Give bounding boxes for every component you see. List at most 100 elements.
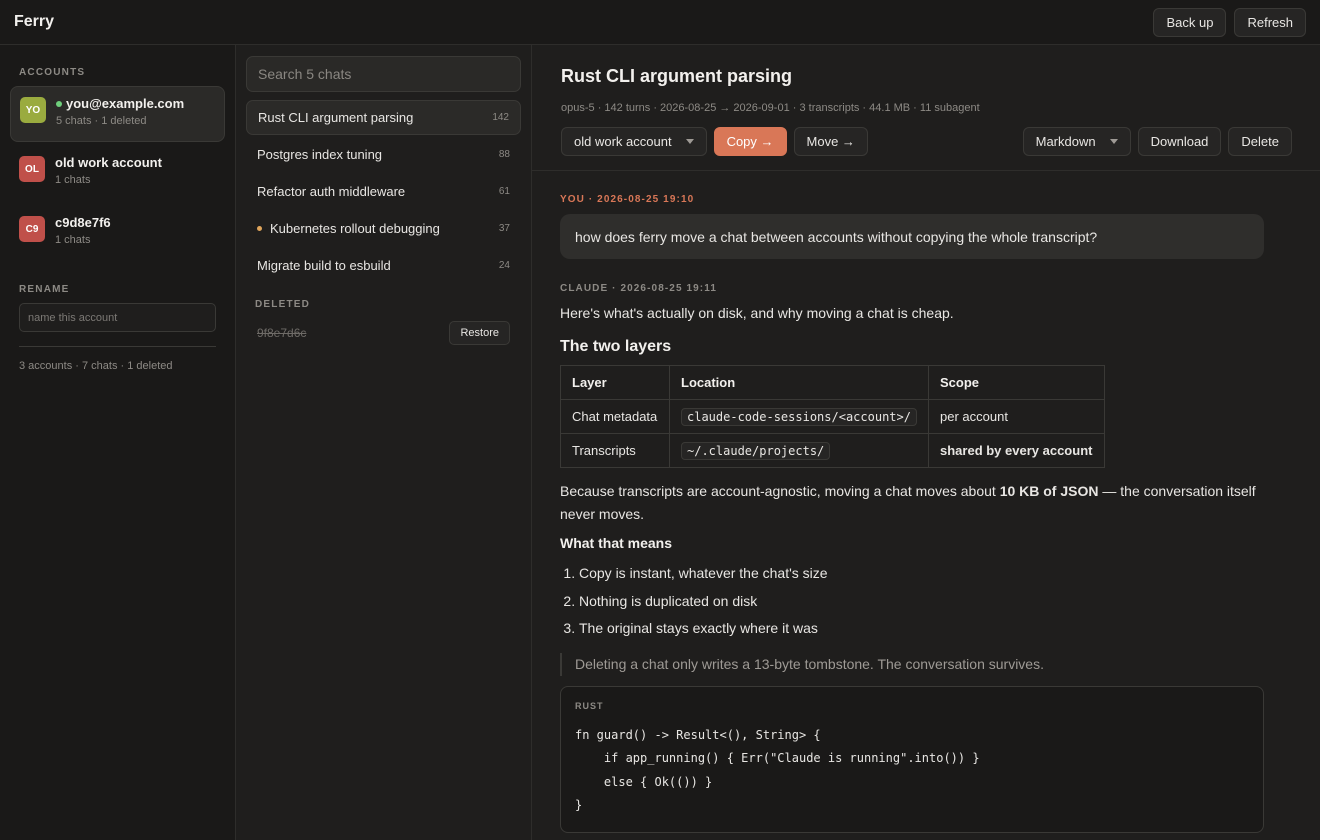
- back-up-button[interactable]: Back up: [1153, 7, 1227, 37]
- rename-account-input[interactable]: [19, 303, 216, 332]
- divider: [19, 346, 216, 347]
- inline-code: ~/.claude/projects/: [681, 442, 831, 460]
- chat-title: Refactor auth middleware: [257, 184, 406, 199]
- top-bar: Ferry Back up Refresh: [0, 0, 1320, 45]
- text: Because transcripts are account-agnostic…: [560, 483, 1000, 499]
- chat-turn-count: 61: [498, 186, 510, 197]
- deleted-chat-id: 9f8e7d6c: [257, 326, 307, 340]
- chat-title: Migrate build to esbuild: [257, 258, 391, 273]
- export-format-value: Markdown: [1035, 134, 1096, 149]
- target-account-select[interactable]: old work account: [561, 127, 707, 156]
- user-message-label: YOU · 2026-08-25 19:10: [560, 194, 695, 205]
- blockquote: Deleting a chat only writes a 13-byte to…: [560, 652, 1264, 676]
- deleted-label: DELETED: [255, 299, 311, 310]
- app-window: Ferry Back up Refresh ACCOUNTS YO you@ex…: [0, 0, 1320, 840]
- chat-detail: Rust CLI argument parsing opus-5 · 142 t…: [532, 45, 1320, 840]
- top-actions: Back up Refresh: [1153, 7, 1306, 37]
- table-cell: claude-code-sessions/<account>/: [669, 399, 929, 434]
- chat-header: Rust CLI argument parsing opus-5 · 142 t…: [532, 45, 1320, 171]
- list-item: Copy is instant, whatever the chat's siz…: [579, 560, 1264, 588]
- table-header-row: Layer Location Scope: [560, 365, 1105, 400]
- chat-meta: opus-5 · 142 turns · 2026-08-25 → 2026-0…: [561, 102, 980, 114]
- numbered-list: Copy is instant, whatever the chat's siz…: [560, 560, 1264, 643]
- chat-item-esbuild[interactable]: Migrate build to esbuild 24: [246, 248, 521, 283]
- toolbar-right: Markdown Download Delete: [1022, 127, 1292, 156]
- code-line: fn guard() -> Result<(), String> {: [575, 727, 821, 742]
- explanation-paragraph: Because transcripts are account-agnostic…: [560, 480, 1264, 526]
- avatar: OL: [19, 156, 45, 182]
- restore-button[interactable]: Restore: [449, 321, 510, 345]
- chat-heading: Rust CLI argument parsing: [561, 66, 793, 86]
- assistant-message-label: CLAUDE · 2026-08-25 19:11: [560, 283, 718, 294]
- chats-list-panel: Rust CLI argument parsing 142 Postgres i…: [236, 45, 532, 840]
- transcript[interactable]: YOU · 2026-08-25 19:10 how does ferry mo…: [532, 171, 1320, 840]
- code-line: }: [575, 798, 583, 812]
- columns: ACCOUNTS YO you@example.com 5 chats · 1 …: [0, 45, 1320, 840]
- chevron-down-icon: [685, 139, 694, 144]
- code-language-label: RUST: [575, 700, 604, 711]
- chat-turn-count: 24: [498, 260, 510, 271]
- deleted-chat-item: 9f8e7d6c Restore: [246, 320, 521, 346]
- table-row: Transcripts ~/.claude/projects/ shared b…: [560, 433, 1105, 468]
- code-content: fn guard() -> Result<(), String> { if ap…: [575, 724, 1249, 818]
- app-title: Ferry: [14, 13, 55, 30]
- move-button[interactable]: Move →: [793, 127, 868, 156]
- accounts-summary: 3 accounts · 7 chats · 1 deleted: [19, 360, 173, 372]
- chat-title: Rust CLI argument parsing: [258, 110, 414, 125]
- list-item: The original stays exactly where it was: [579, 615, 1264, 643]
- rename-label: RENAME: [19, 284, 70, 295]
- assistant-intro: Here's what's actually on disk, and why …: [560, 305, 954, 321]
- table-header: Layer: [560, 365, 670, 400]
- layers-table: Layer Location Scope Chat metadata claud…: [560, 365, 1105, 468]
- table-cell: Transcripts: [560, 433, 670, 468]
- table-header: Location: [669, 365, 929, 400]
- chat-item-rust-cli[interactable]: Rust CLI argument parsing 142: [246, 100, 521, 135]
- code-block: RUST fn guard() -> Result<(), String> { …: [560, 685, 1264, 833]
- chat-title-row: Kubernetes rollout debugging: [257, 221, 440, 236]
- list-item: Nothing is duplicated on disk: [579, 588, 1264, 616]
- accounts-label: ACCOUNTS: [19, 67, 86, 78]
- account-name: c9d8e7f6: [55, 215, 111, 230]
- active-status-dot-icon: [56, 100, 62, 107]
- chat-item-kubernetes[interactable]: Kubernetes rollout debugging 37: [246, 211, 521, 246]
- assistant-message: CLAUDE · 2026-08-25 19:11 Here's what's …: [560, 283, 1264, 833]
- bold-text: shared by every account: [940, 443, 1093, 458]
- export-format-select[interactable]: Markdown: [1022, 127, 1131, 156]
- chevron-down-icon: [1109, 139, 1118, 144]
- account-name: old work account: [55, 155, 162, 170]
- account-item-you[interactable]: YO you@example.com 5 chats · 1 deleted: [10, 86, 225, 142]
- copy-button[interactable]: Copy →: [713, 127, 787, 156]
- chat-title: Postgres index tuning: [257, 147, 383, 162]
- account-sub: 5 chats · 1 deleted: [56, 115, 147, 127]
- chat-turn-count: 88: [498, 149, 510, 160]
- inline-code: claude-code-sessions/<account>/: [681, 408, 917, 426]
- table-cell: per account: [928, 399, 1105, 434]
- search-chats-input[interactable]: [246, 56, 521, 92]
- table-cell: Chat metadata: [560, 399, 670, 434]
- refresh-button[interactable]: Refresh: [1234, 7, 1306, 37]
- table-cell: ~/.claude/projects/: [669, 433, 929, 468]
- account-name-row: you@example.com: [56, 96, 184, 111]
- section-heading: The two layers: [560, 338, 672, 355]
- chat-toolbar: old work account Copy → Move → Markdown …: [561, 127, 1292, 156]
- chat-item-postgres[interactable]: Postgres index tuning 88: [246, 137, 521, 172]
- account-sub: 1 chats: [55, 234, 91, 246]
- unread-dot-icon: [257, 226, 262, 231]
- avatar: YO: [20, 97, 46, 123]
- chat-title: Kubernetes rollout debugging: [270, 221, 440, 236]
- toolbar-left: old work account Copy → Move →: [561, 127, 868, 156]
- download-button[interactable]: Download: [1137, 127, 1222, 156]
- delete-button[interactable]: Delete: [1228, 127, 1292, 156]
- chat-item-refactor-auth[interactable]: Refactor auth middleware 61: [246, 174, 521, 209]
- account-item-old-work[interactable]: OL old work account 1 chats: [10, 146, 225, 202]
- table-row: Chat metadata claude-code-sessions/<acco…: [560, 399, 1105, 434]
- account-name: you@example.com: [66, 96, 185, 111]
- code-line: if app_running() { Err("Claude is runnin…: [575, 751, 980, 765]
- table-cell: shared by every account: [928, 433, 1105, 468]
- account-sub: 1 chats: [55, 174, 91, 186]
- bold-text: 10 KB of JSON: [999, 483, 1099, 499]
- section-heading: What that means: [560, 535, 673, 551]
- account-item-c9d8e7f6[interactable]: C9 c9d8e7f6 1 chats: [10, 206, 225, 262]
- chat-turn-count: 37: [498, 223, 510, 234]
- avatar: C9: [19, 216, 45, 242]
